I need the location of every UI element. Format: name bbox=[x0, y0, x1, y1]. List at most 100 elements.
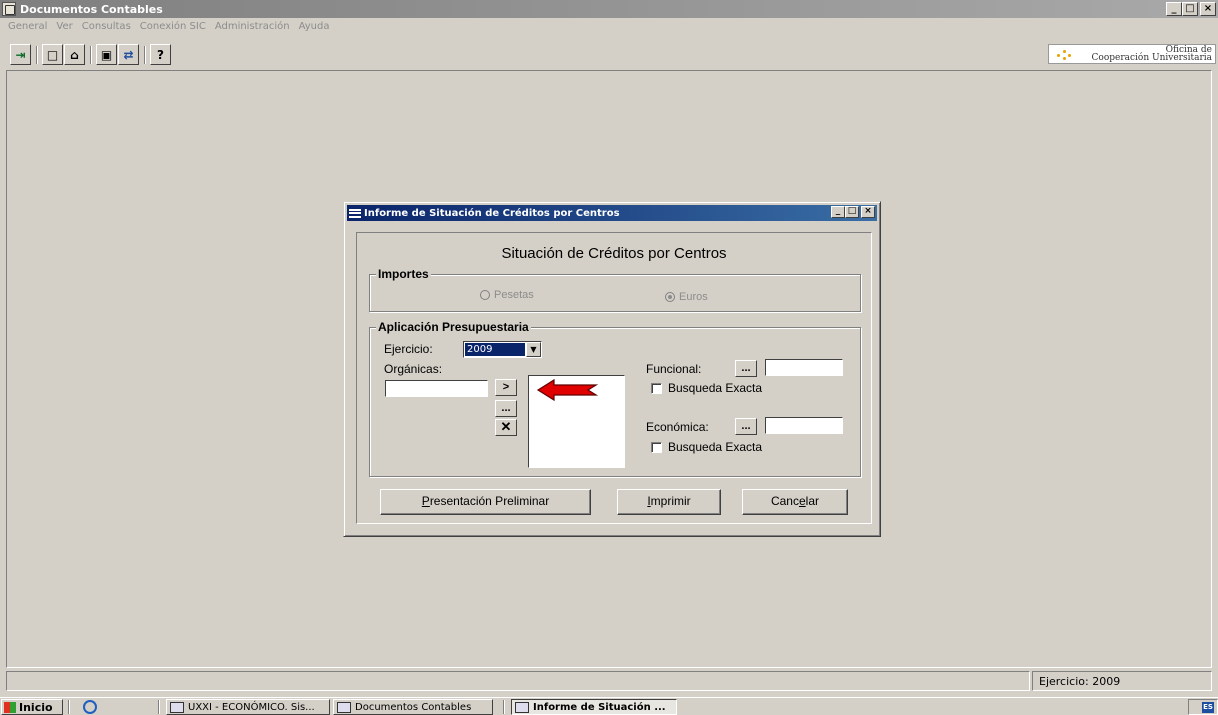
economica-input[interactable] bbox=[765, 417, 843, 434]
remove-organica-button[interactable]: ✕ bbox=[495, 419, 517, 436]
task-uxxi[interactable]: UXXI - ECONÓMICO. Sis... bbox=[166, 699, 330, 715]
new-document-icon: □ bbox=[46, 47, 59, 62]
toolbar-separator bbox=[90, 46, 92, 64]
open-folder-button[interactable]: ⌂ bbox=[64, 44, 85, 65]
funcional-exacta-checkbox[interactable]: Busqueda Exacta bbox=[651, 381, 762, 395]
menu-ver[interactable]: Ver bbox=[56, 21, 72, 32]
menu-consultas[interactable]: Consultas bbox=[82, 21, 131, 32]
browse-funcional-button[interactable]: ... bbox=[735, 360, 757, 377]
dialog-close-button[interactable]: × bbox=[861, 206, 875, 218]
menu-conexion-sic[interactable]: Conexión SIC bbox=[140, 21, 206, 32]
task-informe[interactable]: Informe de Situación ... bbox=[511, 699, 677, 715]
dialog-title-bar[interactable]: Informe de Situación de Créditos por Cen… bbox=[347, 205, 877, 221]
logo-dots-icon bbox=[1057, 50, 1071, 60]
dialog-title: Informe de Situación de Créditos por Cen… bbox=[364, 207, 620, 219]
start-label: Inicio bbox=[19, 700, 53, 714]
radio-euros[interactable]: Euros bbox=[665, 291, 708, 303]
funcional-exacta-box bbox=[651, 382, 662, 394]
main-title-bar: Documentos Contables _ □ × bbox=[0, 0, 1218, 18]
system-tray: ES bbox=[1188, 699, 1218, 715]
menu-general[interactable]: General bbox=[8, 21, 47, 32]
ejercicio-label: Ejercicio: bbox=[384, 342, 433, 356]
app-title: Documentos Contables bbox=[20, 2, 163, 16]
taskbar-separator bbox=[503, 700, 505, 714]
task-documentos-label: Documentos Contables bbox=[355, 701, 472, 713]
taskbar-separator bbox=[158, 700, 160, 714]
menu-bar: General Ver Consultas Conexión SIC Admin… bbox=[0, 18, 1218, 34]
task-documentos[interactable]: Documentos Contables bbox=[333, 699, 493, 715]
dialog-menu-icon[interactable] bbox=[349, 208, 361, 218]
delete-icon: ✕ bbox=[500, 419, 512, 434]
ejercicio-value: 2009 bbox=[465, 343, 525, 356]
preview-label: resentación Preliminar bbox=[429, 494, 550, 508]
internet-explorer-icon[interactable] bbox=[83, 700, 97, 714]
logo-line2: Cooperación Universitaria bbox=[1091, 53, 1212, 63]
organicas-label: Orgánicas: bbox=[384, 362, 443, 376]
dialog-minimize-button[interactable]: _ bbox=[831, 206, 845, 218]
window-controls: _ □ × bbox=[1166, 2, 1216, 16]
toolbar: ⇥ □ ⌂ ▣ ⇄ ? bbox=[0, 44, 1218, 68]
dialog-panel: Situación de Créditos por Centros Import… bbox=[356, 232, 872, 524]
chevron-down-icon[interactable]: ▼ bbox=[526, 342, 541, 357]
ejercicio-select[interactable]: 2009 ▼ bbox=[463, 341, 542, 358]
cancel-mnemonic: e bbox=[798, 494, 806, 508]
print-label: mprimir bbox=[650, 494, 691, 508]
app-icon bbox=[2, 2, 16, 16]
browse-organicas-button[interactable]: ... bbox=[495, 400, 517, 417]
economica-label: Económica: bbox=[646, 420, 709, 434]
form-window-icon bbox=[515, 701, 529, 713]
taskbar: Inicio UXXI - ECONÓMICO. Sis... Document… bbox=[0, 697, 1218, 715]
menu-administracion[interactable]: Administración bbox=[215, 21, 290, 32]
save-icon: ▣ bbox=[100, 47, 113, 62]
menu-ayuda[interactable]: Ayuda bbox=[299, 21, 330, 32]
radio-euros-label: Euros bbox=[679, 291, 708, 303]
radio-pesetas[interactable]: Pesetas bbox=[480, 289, 534, 301]
connect-icon: ⇄ bbox=[123, 47, 134, 62]
logo-text: Oficina de Cooperación Universitaria bbox=[1091, 46, 1212, 63]
dialog-heading: Situación de Créditos por Centros bbox=[501, 245, 727, 262]
open-folder-icon: ⌂ bbox=[70, 47, 79, 62]
informe-dialog: Informe de Situación de Créditos por Cen… bbox=[343, 201, 881, 537]
radio-pesetas-label: Pesetas bbox=[494, 289, 534, 301]
taskbar-separator bbox=[68, 700, 70, 714]
economica-exacta-checkbox[interactable]: Busqueda Exacta bbox=[651, 440, 762, 454]
save-button[interactable]: ▣ bbox=[96, 44, 117, 65]
preview-button[interactable]: Presentación Preliminar bbox=[380, 489, 591, 515]
help-icon: ? bbox=[157, 47, 164, 62]
aplicacion-group: Aplicación Presupuestaria Ejercicio: 200… bbox=[369, 320, 861, 477]
add-organica-button[interactable]: > bbox=[495, 379, 517, 396]
preview-mnemonic: P bbox=[421, 494, 430, 508]
start-button[interactable]: Inicio bbox=[1, 699, 63, 715]
exit-button[interactable]: ⇥ bbox=[10, 44, 31, 65]
economica-exacta-box bbox=[651, 441, 662, 453]
dialog-window-controls: _ □ × bbox=[831, 206, 875, 218]
cancel-label-suffix: lar bbox=[805, 494, 820, 508]
status-main bbox=[6, 671, 1030, 691]
dialog-maximize-button[interactable]: □ bbox=[845, 206, 859, 218]
help-button[interactable]: ? bbox=[150, 44, 171, 65]
exit-icon: ⇥ bbox=[15, 47, 26, 62]
funcional-exacta-label: Busqueda Exacta bbox=[668, 381, 763, 395]
connect-button[interactable]: ⇄ bbox=[118, 44, 139, 65]
cancel-button[interactable]: Cancelar bbox=[742, 489, 848, 515]
cooperacion-logo: Oficina de Cooperación Universitaria bbox=[1048, 44, 1216, 64]
task-informe-label: Informe de Situación ... bbox=[533, 701, 666, 713]
browse-economica-button[interactable]: ... bbox=[735, 418, 757, 435]
radio-pesetas-circle bbox=[480, 290, 490, 300]
importes-group: Importes Pesetas Euros bbox=[369, 267, 861, 312]
economica-exacta-label: Busqueda Exacta bbox=[668, 440, 763, 454]
funcional-input[interactable] bbox=[765, 359, 843, 376]
language-indicator[interactable]: ES bbox=[1202, 702, 1214, 713]
radio-euros-circle bbox=[665, 292, 675, 302]
windows-flag-icon bbox=[4, 701, 16, 713]
funcional-label: Funcional: bbox=[646, 362, 702, 376]
maximize-button[interactable]: □ bbox=[1182, 2, 1198, 16]
cancel-label-prefix: Canc bbox=[770, 494, 799, 508]
close-button[interactable]: × bbox=[1200, 2, 1216, 16]
print-button[interactable]: Imprimir bbox=[617, 489, 721, 515]
minimize-button[interactable]: _ bbox=[1166, 2, 1182, 16]
importes-legend: Importes bbox=[376, 267, 431, 281]
new-document-button[interactable]: □ bbox=[42, 44, 63, 65]
uxxi-app-icon bbox=[170, 701, 184, 713]
organicas-input[interactable] bbox=[385, 380, 488, 397]
